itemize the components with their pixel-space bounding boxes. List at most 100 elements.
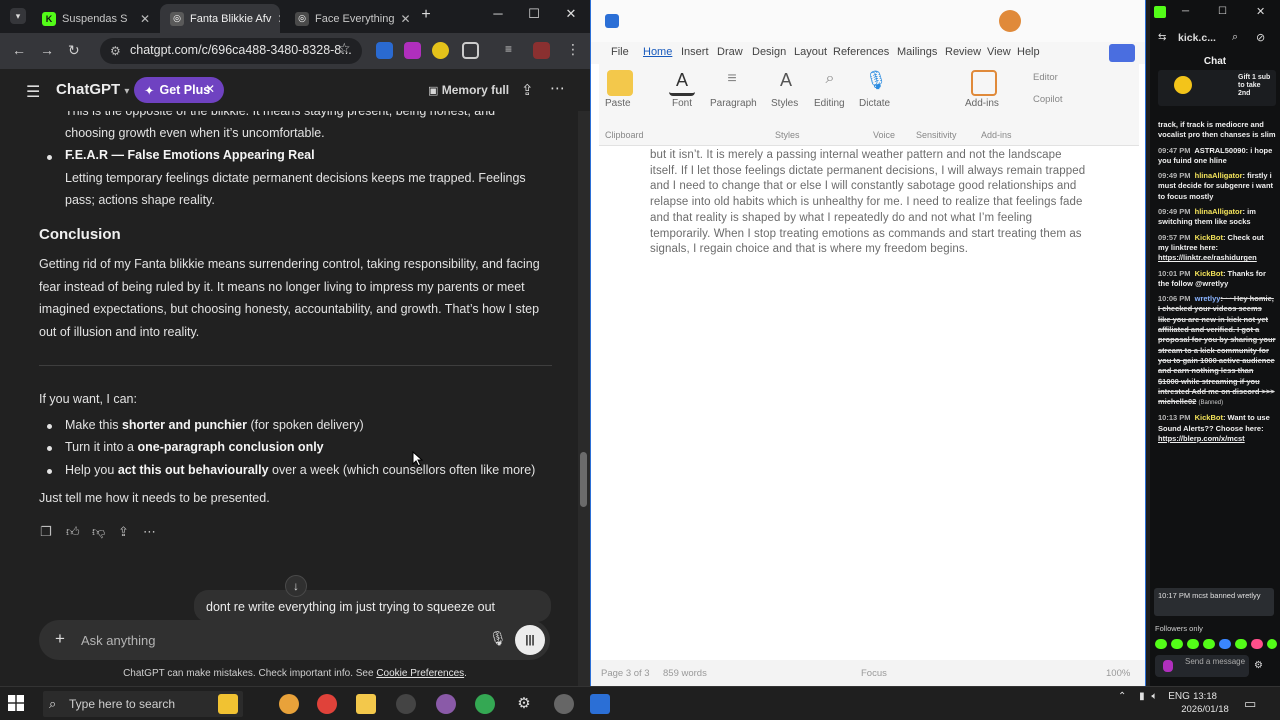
page-count[interactable]: Page 3 of 3 bbox=[601, 668, 650, 679]
close-icon[interactable]: ✕ bbox=[400, 12, 410, 26]
send-message-input[interactable]: Send a message bbox=[1155, 655, 1249, 677]
tab-suspendas[interactable]: K Suspendas S ✕ bbox=[32, 4, 160, 33]
copilot-icon[interactable] bbox=[279, 694, 299, 714]
share-icon[interactable]: ⇪ bbox=[521, 81, 534, 99]
sidebar-toggle-icon[interactable]: ☰ bbox=[26, 82, 40, 102]
emote-icon[interactable] bbox=[1219, 639, 1231, 649]
word-tab-view[interactable]: View bbox=[987, 46, 1011, 58]
hide-icon[interactable]: ⊘ bbox=[1256, 31, 1265, 44]
user-avatar[interactable] bbox=[999, 10, 1021, 32]
more-options-icon[interactable]: ⋯ bbox=[143, 521, 156, 544]
browser-menu-icon[interactable]: ⋮ bbox=[566, 41, 580, 58]
scroll-down-button[interactable]: ↓ bbox=[285, 575, 307, 597]
word-tab-home[interactable]: Home bbox=[643, 46, 672, 58]
tab-face-everything[interactable]: ◎ Face Everything ✕ bbox=[285, 4, 411, 33]
microphone-icon[interactable]: 🎙︎ bbox=[863, 70, 889, 96]
word-tab-layout[interactable]: Layout bbox=[794, 46, 827, 58]
extension-icon[interactable] bbox=[376, 42, 393, 59]
emote-icon[interactable] bbox=[1235, 639, 1247, 649]
search-icon[interactable]: ⌕ bbox=[817, 70, 843, 96]
word-tab-references[interactable]: References bbox=[833, 46, 889, 58]
scrollbar-thumb[interactable] bbox=[580, 452, 587, 507]
close-window-icon[interactable]: ✕ bbox=[1256, 5, 1265, 18]
app-icon[interactable] bbox=[554, 694, 574, 714]
chat-link[interactable]: https://blerp.com/x/mcst bbox=[1158, 434, 1245, 443]
widget-icon[interactable] bbox=[218, 694, 238, 714]
sidebar-icon[interactable]: ⇆ bbox=[1158, 32, 1166, 43]
cookie-preferences-link[interactable]: Cookie Preferences bbox=[376, 668, 464, 679]
profile-avatar[interactable] bbox=[533, 42, 550, 59]
file-explorer-icon[interactable] bbox=[356, 694, 376, 714]
minimize-icon[interactable]: ─ bbox=[486, 6, 510, 21]
word-document[interactable]: but it isn’t. It is merely a passing int… bbox=[591, 146, 1145, 656]
thumbs-down-icon[interactable]: 👎︎ bbox=[92, 521, 105, 544]
extension-icon[interactable] bbox=[432, 42, 449, 59]
extension-icon[interactable] bbox=[404, 42, 421, 59]
back-icon[interactable]: ← bbox=[12, 42, 26, 58]
attach-plus-icon[interactable]: + bbox=[55, 629, 65, 649]
tab-fanta-blikkie[interactable]: ◎ Fanta Blikkie Afv ✕ bbox=[160, 4, 280, 33]
clock[interactable]: 13:18 2026/01/18 bbox=[1180, 690, 1230, 716]
emote-icon[interactable] bbox=[1155, 639, 1167, 649]
word-tab-file[interactable]: File bbox=[611, 46, 629, 58]
kick-url[interactable]: kick.c... bbox=[1178, 32, 1216, 44]
word-tab-insert[interactable]: Insert bbox=[681, 46, 709, 58]
word-tab-review[interactable]: Review bbox=[945, 46, 981, 58]
tab-search-icon[interactable]: ▾ bbox=[10, 8, 26, 24]
copy-icon[interactable]: ❐ bbox=[40, 521, 52, 544]
ribbon-dictate[interactable]: Dictate bbox=[859, 98, 890, 109]
get-plus-button[interactable]: ✦ Get Plus ✕ bbox=[134, 77, 224, 103]
emote-icon[interactable] bbox=[1267, 639, 1277, 649]
ribbon-font[interactable]: Font bbox=[672, 98, 692, 109]
word-taskbar-icon[interactable] bbox=[590, 694, 610, 714]
emote-icon[interactable] bbox=[1251, 639, 1263, 649]
word-tab-draw[interactable]: Draw bbox=[717, 46, 743, 58]
memory-status[interactable]: ▣ Memory full bbox=[428, 83, 509, 97]
scrollbar-track[interactable] bbox=[578, 111, 590, 686]
share-icon[interactable]: ⇪ bbox=[118, 521, 129, 544]
settings-icon[interactable]: ⚙ bbox=[1254, 660, 1263, 671]
ribbon-editing[interactable]: Editing bbox=[814, 98, 845, 109]
reload-icon[interactable]: ↻ bbox=[68, 42, 80, 59]
extensions-puzzle-icon[interactable] bbox=[462, 42, 479, 59]
add-ins-icon[interactable] bbox=[971, 70, 997, 96]
minimize-icon[interactable]: ─ bbox=[1182, 6, 1189, 17]
ribbon-paste[interactable]: Paste bbox=[605, 98, 631, 109]
site-info-icon[interactable]: ⚙ bbox=[110, 44, 121, 58]
maximize-icon[interactable]: ☐ bbox=[1218, 6, 1227, 17]
chevron-up-icon[interactable]: ⌃ bbox=[1118, 691, 1126, 702]
microphone-icon[interactable]: 🎙︎ bbox=[489, 630, 507, 647]
close-icon[interactable]: ✕ bbox=[277, 12, 280, 26]
word-tab-design[interactable]: Design bbox=[752, 46, 786, 58]
close-window-icon[interactable]: ✕ bbox=[559, 6, 583, 22]
media-control-icon[interactable]: ≡ bbox=[505, 42, 522, 59]
taskbar-search[interactable]: ⌕ Type here to search bbox=[43, 691, 243, 717]
forward-icon[interactable]: → bbox=[40, 42, 54, 58]
emote-icon[interactable] bbox=[1187, 639, 1199, 649]
microphone-icon[interactable] bbox=[1163, 660, 1173, 672]
battery-icon[interactable]: ▮ bbox=[1139, 691, 1145, 702]
model-selector[interactable]: ChatGPT ▾ bbox=[56, 81, 129, 98]
url-field[interactable]: ⚙ chatgpt.com/c/696ca488-3480-8328-8... bbox=[100, 38, 362, 64]
close-icon[interactable]: ✕ bbox=[205, 82, 215, 96]
maximize-icon[interactable]: ☐ bbox=[522, 6, 546, 22]
new-tab-button[interactable]: + bbox=[414, 6, 438, 24]
ribbon-styles[interactable]: Styles bbox=[771, 98, 798, 109]
more-options-icon[interactable]: ⋯ bbox=[550, 79, 565, 97]
chrome-icon[interactable] bbox=[317, 694, 337, 714]
pinned-message[interactable]: 10:17 PM mcst banned wretlyy bbox=[1154, 588, 1274, 616]
emote-icon[interactable] bbox=[1171, 639, 1183, 649]
styles-icon[interactable]: A bbox=[773, 70, 799, 96]
word-count[interactable]: 859 words bbox=[663, 668, 707, 679]
ribbon-editor[interactable]: Editor bbox=[1033, 72, 1058, 83]
emote-icon[interactable] bbox=[1203, 639, 1215, 649]
chrome-profile-icon[interactable] bbox=[475, 694, 495, 714]
zoom-level[interactable]: 100% bbox=[1106, 668, 1130, 679]
ribbon-paragraph[interactable]: Paragraph bbox=[710, 98, 757, 109]
notifications-icon[interactable]: ▭ bbox=[1244, 696, 1256, 712]
ask-input[interactable] bbox=[81, 630, 471, 650]
document-text[interactable]: but it isn’t. It is merely a passing int… bbox=[650, 148, 1090, 258]
thumbs-up-icon[interactable]: 👍︎ bbox=[66, 521, 80, 544]
font-icon[interactable]: A bbox=[669, 70, 695, 96]
paragraph-icon[interactable]: ≡ bbox=[719, 70, 745, 96]
